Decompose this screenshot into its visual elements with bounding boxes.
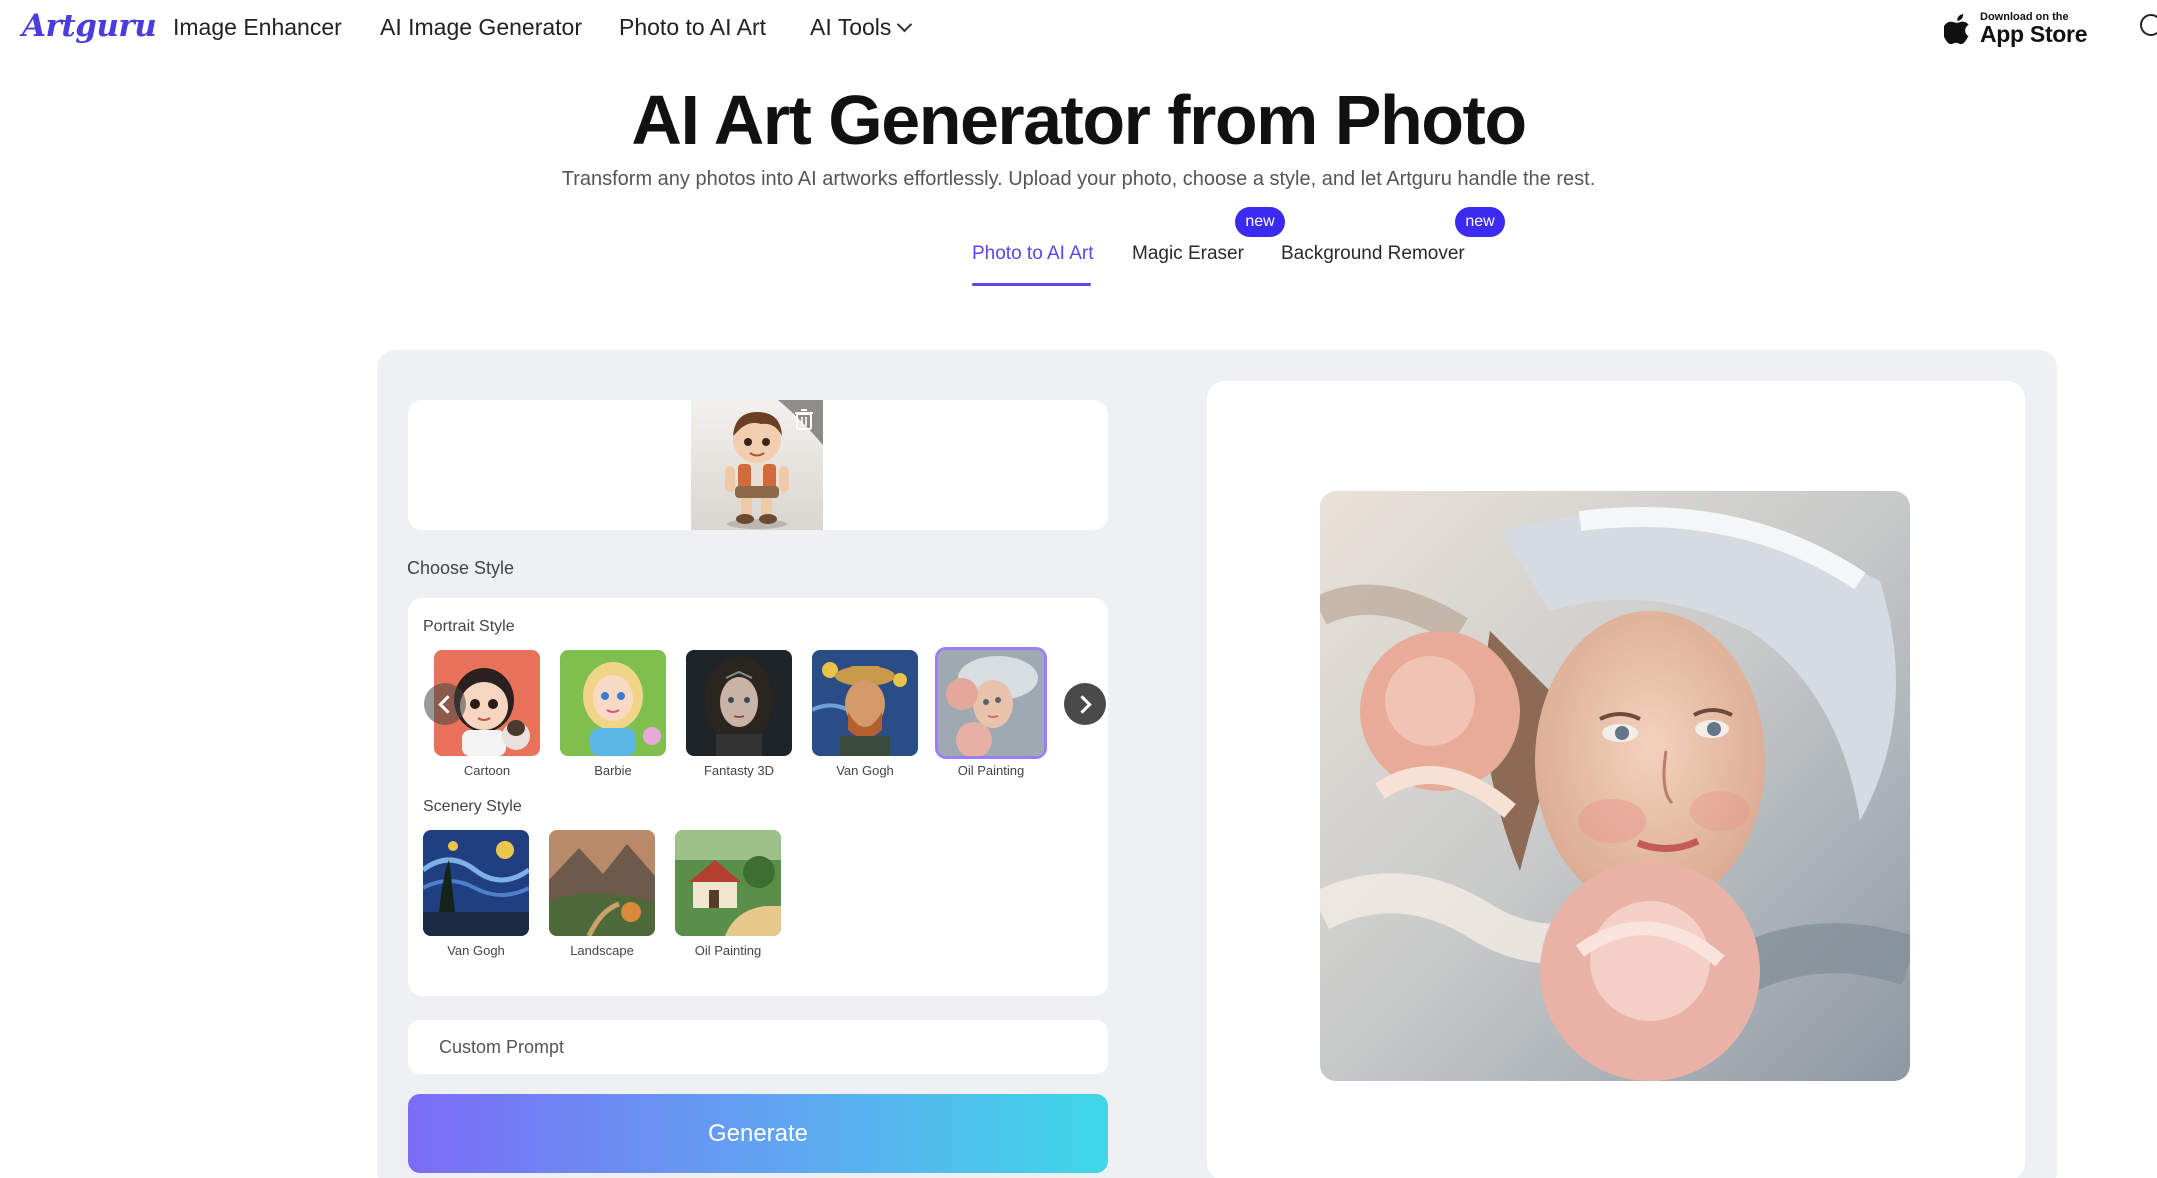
result-preview-image xyxy=(1320,491,1910,1081)
apple-icon xyxy=(1944,14,1970,45)
nav-photo-to-ai-art[interactable]: Photo to AI Art xyxy=(619,14,766,41)
style-thumb-fantasy-3d[interactable] xyxy=(686,650,792,756)
style-label-barbie: Barbie xyxy=(594,763,632,778)
globe-icon[interactable] xyxy=(2140,14,2157,36)
style-label-oil-painting-portrait: Oil Painting xyxy=(957,763,1025,778)
tab-photo-to-ai-art[interactable]: Photo to AI Art xyxy=(972,243,1093,265)
style-thumb-van-gogh-portrait[interactable] xyxy=(812,650,918,756)
scenery-label-oil-painting: Oil Painting xyxy=(694,943,762,958)
artguru-logo[interactable]: Artguru xyxy=(22,8,157,44)
chevron-down-icon xyxy=(897,16,913,33)
custom-prompt-input[interactable] xyxy=(408,1020,1108,1074)
choose-style-label: Choose Style xyxy=(407,558,515,578)
style-label-cartoon: Cartoon xyxy=(463,763,511,778)
app-store-text: Download on the App Store xyxy=(1980,12,2088,47)
chevron-left-icon xyxy=(438,694,457,714)
delete-photo-button[interactable] xyxy=(778,400,823,445)
scenery-thumb-oil-painting[interactable] xyxy=(675,830,781,936)
scenery-style-label: Scenery Style xyxy=(423,798,522,815)
app-store-button[interactable]: Download on the App Store xyxy=(1944,9,2088,49)
style-label-van-gogh-portrait: Van Gogh xyxy=(836,763,894,778)
style-thumb-barbie[interactable] xyxy=(560,650,666,756)
scenery-label-van-gogh: Van Gogh xyxy=(447,943,505,958)
app-store-big-text: App Store xyxy=(1980,21,2088,47)
page-subtitle: Transform any photos into AI artworks ef… xyxy=(561,168,1596,190)
carousel-next-button[interactable] xyxy=(1064,683,1106,725)
nav-ai-tools[interactable]: AI Tools xyxy=(810,14,913,41)
style-label-fantasy-3d: Fantasty 3D xyxy=(703,763,775,778)
carousel-prev-button[interactable] xyxy=(424,683,466,725)
tab-magic-eraser[interactable]: Magic Eraser xyxy=(1132,243,1244,265)
new-badge-magic-eraser: new xyxy=(1235,207,1285,237)
scenery-thumb-van-gogh[interactable] xyxy=(423,830,529,936)
nav-image-enhancer[interactable]: Image Enhancer xyxy=(173,14,342,41)
scenery-label-landscape: Landscape xyxy=(570,943,634,958)
trash-icon xyxy=(778,400,823,445)
new-badge-background-remover: new xyxy=(1455,207,1505,237)
nav-ai-image-generator[interactable]: AI Image Generator xyxy=(380,14,582,41)
active-tab-indicator xyxy=(972,283,1091,286)
page-title: AI Art Generator from Photo xyxy=(631,81,1527,159)
tab-background-remover[interactable]: Background Remover xyxy=(1281,243,1465,265)
portrait-style-label: Portrait Style xyxy=(423,618,515,635)
nav-ai-tools-label: AI Tools xyxy=(810,14,892,40)
generate-button[interactable]: Generate xyxy=(408,1094,1108,1173)
top-navigation: Artguru Image Enhancer AI Image Generato… xyxy=(0,0,2157,58)
scenery-thumb-landscape[interactable] xyxy=(549,830,655,936)
style-thumb-oil-painting-portrait[interactable] xyxy=(935,647,1047,759)
chevron-right-icon xyxy=(1073,694,1092,714)
